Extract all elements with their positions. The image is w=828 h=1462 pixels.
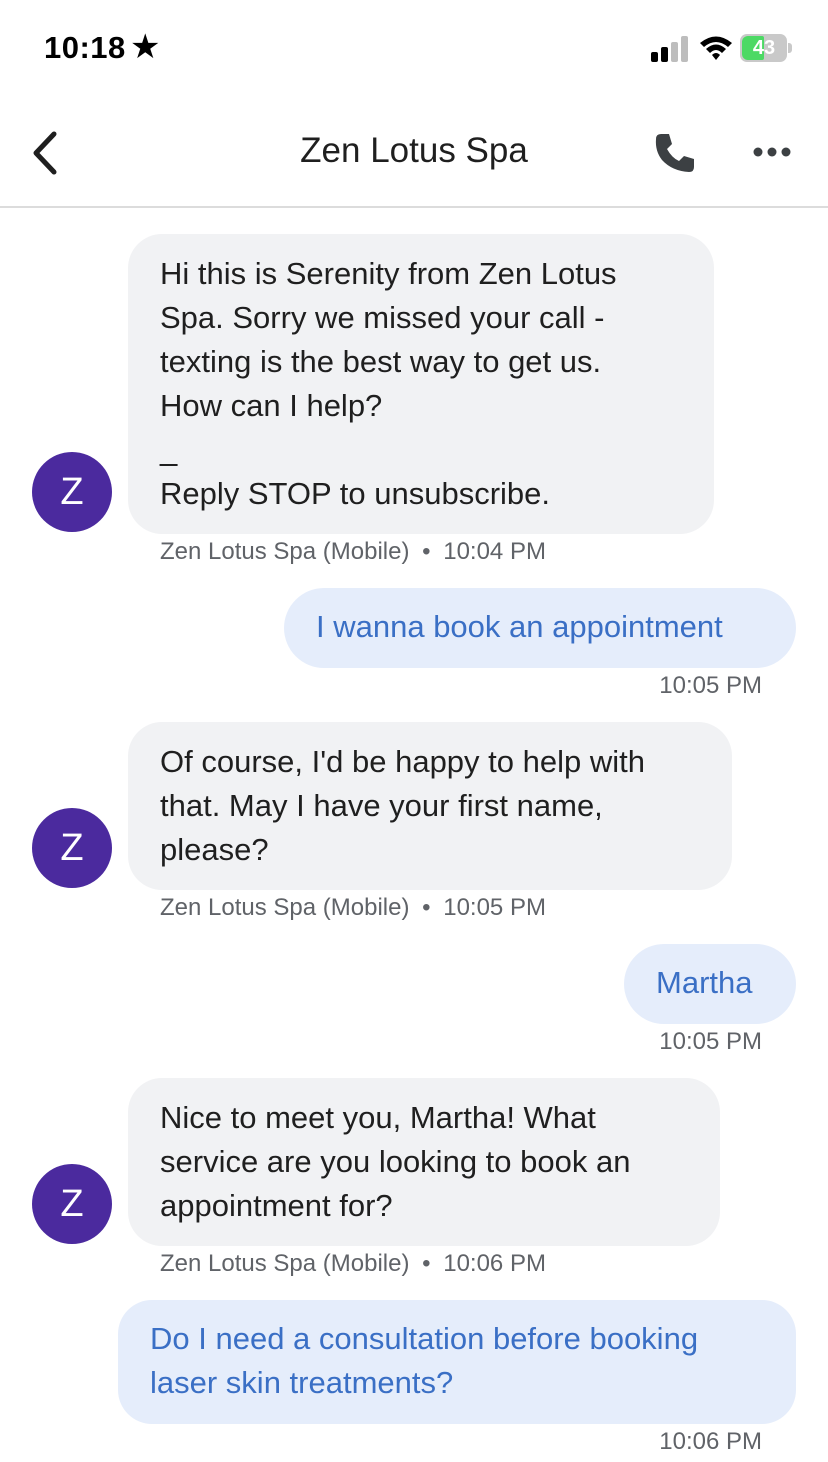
more-icon[interactable] bbox=[748, 138, 796, 166]
contact-avatar[interactable]: Z bbox=[32, 808, 112, 888]
sender-name: Zen Lotus Spa (Mobile) bbox=[160, 894, 410, 921]
message-thread[interactable]: Hi this is Serenity from Zen Lotus Spa. … bbox=[0, 210, 828, 1462]
star-icon: ★ bbox=[130, 28, 161, 66]
battery-level: 43 bbox=[752, 37, 776, 59]
message-meta: Zen Lotus Spa (Mobile) • 10:04 PM bbox=[160, 538, 546, 566]
battery-icon: 43 bbox=[740, 34, 792, 62]
sender-name: Zen Lotus Spa (Mobile) bbox=[160, 538, 410, 565]
app-bar: Zen Lotus Spa bbox=[0, 100, 828, 208]
message-time: 10:06 PM bbox=[443, 1250, 546, 1277]
message-time: 10:05 PM bbox=[443, 894, 546, 921]
outgoing-message-bubble[interactable]: I wanna book an appointment bbox=[284, 588, 796, 668]
outgoing-message-bubble[interactable]: Do I need a consultation before booking … bbox=[118, 1300, 796, 1424]
wifi-icon bbox=[700, 36, 732, 60]
conversation-title: Zen Lotus Spa bbox=[300, 131, 528, 170]
message-meta: Zen Lotus Spa (Mobile) • 10:06 PM bbox=[160, 1250, 546, 1278]
message-time: 10:05 PM bbox=[659, 672, 762, 699]
status-time: 10:18 bbox=[44, 30, 126, 65]
incoming-message-bubble[interactable]: Hi this is Serenity from Zen Lotus Spa. … bbox=[128, 234, 714, 534]
incoming-message-bubble[interactable]: Nice to meet you, Martha! What service a… bbox=[128, 1078, 720, 1246]
meta-separator: • bbox=[422, 538, 431, 565]
outgoing-message-bubble[interactable]: Martha bbox=[624, 944, 796, 1024]
message-time: 10:06 PM bbox=[659, 1428, 762, 1455]
contact-avatar[interactable]: Z bbox=[32, 1164, 112, 1244]
status-bar: 10:18 ★ 43 bbox=[0, 0, 828, 100]
meta-separator: • bbox=[422, 894, 431, 921]
signal-icon bbox=[651, 36, 691, 62]
meta-separator: • bbox=[422, 1250, 431, 1277]
phone-icon[interactable] bbox=[652, 130, 698, 176]
message-time: 10:05 PM bbox=[659, 1028, 762, 1055]
contact-avatar[interactable]: Z bbox=[32, 452, 112, 532]
message-meta: Zen Lotus Spa (Mobile) • 10:05 PM bbox=[160, 894, 546, 922]
message-time: 10:04 PM bbox=[443, 538, 546, 565]
sender-name: Zen Lotus Spa (Mobile) bbox=[160, 1250, 410, 1277]
incoming-message-bubble[interactable]: Of course, I'd be happy to help with tha… bbox=[128, 722, 732, 890]
